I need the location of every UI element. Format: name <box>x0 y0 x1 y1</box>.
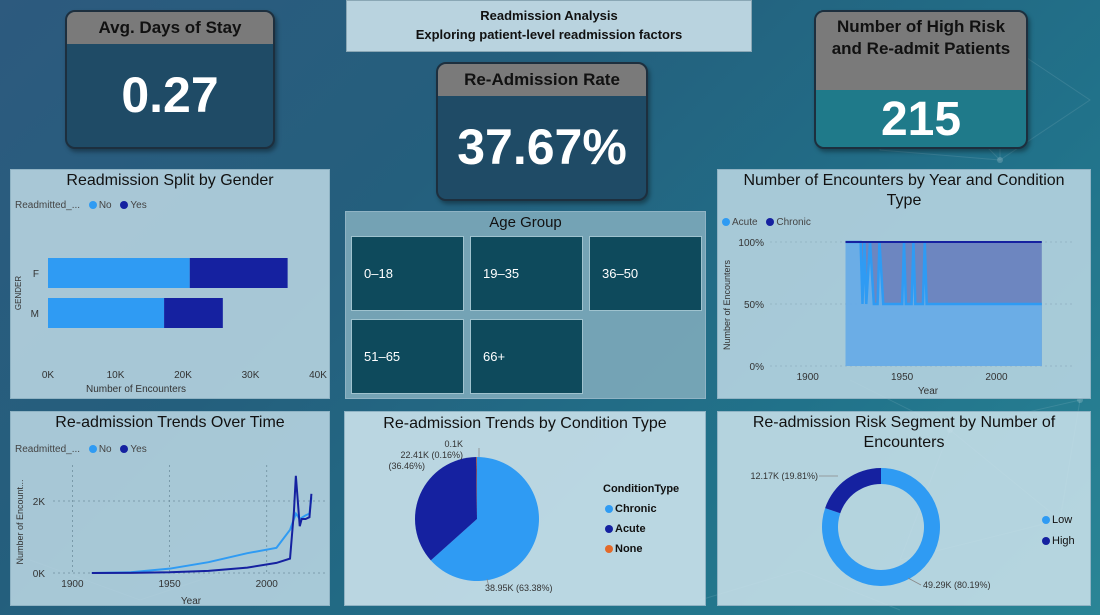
x-tick-label: 0K <box>42 370 55 381</box>
risk-donut-legend: Low High <box>1040 510 1075 552</box>
x-tick-label: 1900 <box>797 372 820 383</box>
bar-f-yes <box>189 258 288 288</box>
gender-chart-title: Readmission Split by Gender <box>66 172 274 189</box>
legend-label-no[interactable]: No <box>99 444 112 455</box>
kpi-readmission-rate: Re-Admission Rate 37.67% <box>436 62 648 201</box>
x-tick-label: 30K <box>242 370 260 381</box>
trend-chart-plot: 2K 0K 1900 1950 2000 Year Number of Encount... <box>15 465 325 607</box>
y-tick-label: 2K <box>33 497 46 508</box>
y-tick-label: 0% <box>750 362 765 373</box>
legend-dot-high <box>1042 536 1050 545</box>
age-group-panel: Age Group 0–18 19–35 36–50 51–65 66+ <box>345 211 706 399</box>
kpi-avg-days-of-stay: Avg. Days of Stay 0.27 <box>65 10 275 149</box>
x-tick-label: 1950 <box>158 579 181 590</box>
category-label-m: M <box>31 309 39 320</box>
risk-donut-panel[interactable]: Re-admission Risk Segment by Number of E… <box>717 411 1091 606</box>
x-tick-label: 20K <box>174 370 192 381</box>
x-axis-title: Year <box>918 386 939 397</box>
legend-label-high: High <box>1052 535 1075 547</box>
kpi-high-risk-patients: Number of High Risk and Re-admit Patient… <box>814 10 1028 149</box>
x-axis-title: Number of Encounters <box>86 384 186 395</box>
data-label-high: 12.17K (19.81%) <box>750 471 818 481</box>
legend-item-none[interactable]: None <box>603 539 679 559</box>
bar-m-yes <box>164 298 223 328</box>
legend-dot-yes <box>120 200 129 209</box>
age-tile-66-plus[interactable]: 66+ <box>470 319 583 394</box>
leader-line <box>907 577 922 586</box>
x-tick-label: 2000 <box>985 372 1008 383</box>
legend-label-chronic: Chronic <box>615 503 657 515</box>
x-tick-label: 10K <box>107 370 125 381</box>
legend-dot-no <box>88 200 97 209</box>
y-axis-title: Number of Encounters <box>722 259 732 350</box>
legend-dot-chronic <box>766 217 775 226</box>
age-tile-36-50[interactable]: 36–50 <box>589 236 702 311</box>
y-tick-label: 100% <box>738 238 764 249</box>
legend-dot-low <box>1042 515 1050 524</box>
line-yes <box>91 475 313 574</box>
kpi-high-risk-value: 215 <box>880 93 962 146</box>
trend-chart-title: Re-admission Trends Over Time <box>55 414 285 431</box>
gender-chart-panel[interactable]: Readmission Split by Gender Readmitted_.… <box>10 169 330 399</box>
x-tick-label: 40K <box>309 370 327 381</box>
legend-label-yes[interactable]: Yes <box>130 444 146 455</box>
legend-label-acute[interactable]: Acute <box>732 217 758 228</box>
legend-label-chronic[interactable]: Chronic <box>776 217 810 228</box>
data-label-chronic: 38.95K (63.38%) <box>485 583 553 593</box>
x-axis-title: Year <box>181 596 202 607</box>
report-title: Readmission Analysis <box>480 8 618 23</box>
legend-item-low[interactable]: Low <box>1040 510 1075 531</box>
kpi-readmission-rate-label: Re-Admission Rate <box>438 64 646 96</box>
gender-chart-plot: F M GENDER 0K 10K 20K 30K 40K Number of Encounte… <box>14 258 327 395</box>
data-label-none: 0.1K <box>444 439 463 449</box>
legend-dot-yes <box>120 444 129 453</box>
legend-dot-chronic <box>605 504 613 513</box>
x-tick-label: 1950 <box>891 372 914 383</box>
risk-donut-plot: 12.17K (19.81%) 49.29K (80.19%) <box>750 468 991 590</box>
legend-dot-none <box>605 544 613 553</box>
y-axis-title: GENDER <box>14 276 23 310</box>
y-axis-title: Number of Encount... <box>15 479 25 564</box>
data-label-acute: 22.41K (0.16%) <box>400 450 463 460</box>
kpi-readmission-rate-value: 37.67% <box>457 119 627 175</box>
data-label-acute-pct: (36.46%) <box>388 461 425 471</box>
y-tick-label: 50% <box>744 300 764 311</box>
legend-label-low: Low <box>1052 514 1073 526</box>
age-tile-19-35[interactable]: 19–35 <box>470 236 583 311</box>
x-tick-label: 2000 <box>256 579 279 590</box>
donut-segment-high <box>825 468 881 514</box>
legend-label-acute: Acute <box>615 523 646 535</box>
y-tick-label: 0K <box>33 569 46 580</box>
age-tile-0-18[interactable]: 0–18 <box>351 236 464 311</box>
legend-dot-acute <box>722 217 730 226</box>
legend-title: ConditionType <box>603 483 680 495</box>
encounters-chart-panel[interactable]: Number of Encounters by Year and Conditi… <box>717 169 1091 399</box>
condition-pie-legend: ConditionType Chronic Acute None <box>603 479 679 559</box>
data-label-low: 49.29K (80.19%) <box>923 580 991 590</box>
trend-chart-panel[interactable]: Re-admission Trends Over Time Readmitted… <box>10 411 330 607</box>
legend-label-none: None <box>615 543 643 555</box>
age-group-title: Age Group <box>489 214 562 231</box>
age-tile-51-65[interactable]: 51–65 <box>351 319 464 394</box>
encounters-chart-plot: 100% 50% 0% 1900 1950 2000 Year Number of Encou… <box>722 238 1072 397</box>
bar-f-no <box>48 258 190 288</box>
encounters-chart-title: Number of Encounters by Year and Conditi… <box>743 172 1065 209</box>
x-tick-label: 1900 <box>61 579 84 590</box>
kpi-high-risk-label: Number of High Risk and Re-admit Patient… <box>816 12 1026 90</box>
legend-dot-acute <box>605 524 613 533</box>
condition-pie-panel[interactable]: Re-admission Trends by Condition Type 0.… <box>344 411 706 606</box>
legend-title: Readmitted_... <box>15 444 81 455</box>
kpi-avg-days-value: 0.27 <box>121 67 219 123</box>
legend-item-chronic[interactable]: Chronic <box>603 499 679 519</box>
trend-chart-legend: Readmitted_... No Yes <box>15 444 147 455</box>
category-label-f: F <box>33 269 39 280</box>
legend-item-high[interactable]: High <box>1040 531 1075 552</box>
report-subtitle: Exploring patient-level readmission fact… <box>415 27 683 42</box>
legend-dot-no <box>88 444 97 453</box>
bar-m-no <box>48 298 165 328</box>
report-header: Readmission Analysis Exploring patient-l… <box>346 0 752 52</box>
legend-item-acute[interactable]: Acute <box>603 519 679 539</box>
encounters-chart-legend: Acute Chronic <box>718 217 811 228</box>
kpi-avg-days-label: Avg. Days of Stay <box>67 12 273 44</box>
